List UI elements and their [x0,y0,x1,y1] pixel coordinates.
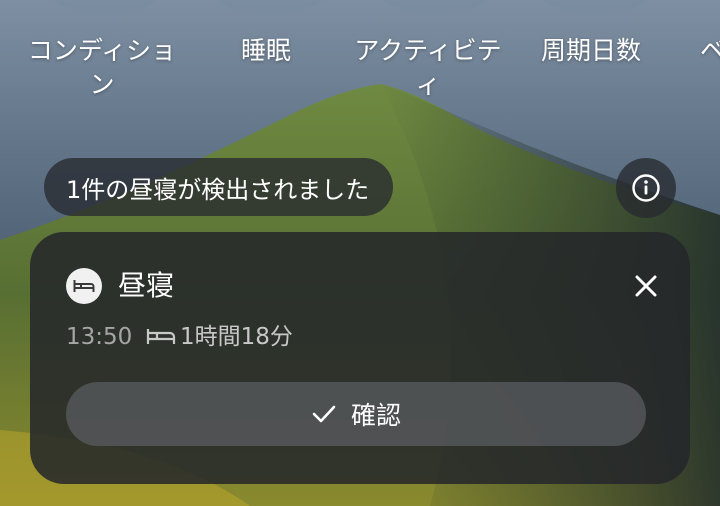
nap-start-time: 13:50 [66,324,133,350]
nap-title: 昼寝 [118,269,175,302]
tab-cycle-days-label: 周期日数 [540,36,641,65]
info-button[interactable] [616,158,676,218]
tab-activity-label-line2: ィ [415,70,441,99]
tab-condition-label-line2: ン [89,70,115,99]
nap-detected-text: 1件の昼寝が検出されました [66,175,370,204]
nap-detected-banner: 1件の昼寝が検出されました [44,158,394,216]
bed-icon [146,329,176,344]
close-button[interactable] [626,266,666,306]
tab-sleep-label: 睡眠 [240,36,291,65]
tab-partial-label: ベ [700,36,720,65]
tab-cycle-days[interactable]: 周期日数 [532,34,650,68]
tab-condition[interactable]: コンディショ ン [20,34,184,102]
confirm-label: 確認 [350,401,401,430]
bed-icon [73,280,95,292]
info-icon [632,174,660,202]
close-icon [635,275,657,297]
tab-activity-label-line1: アクティビテ [354,36,502,65]
nap-duration: 1時間18分 [180,324,293,350]
confirm-button[interactable]: 確認 [66,382,646,446]
check-icon [312,405,336,423]
tab-partial[interactable]: ベ [700,34,720,68]
tab-sleep[interactable]: 睡眠 [214,34,318,68]
tab-activity[interactable]: アクティビテ ィ [346,34,510,102]
tab-condition-label-line1: コンディショ [27,36,177,65]
nap-card: 昼寝 13:50 1時間18分 確認 [30,232,690,484]
nap-bed-badge [66,268,102,304]
